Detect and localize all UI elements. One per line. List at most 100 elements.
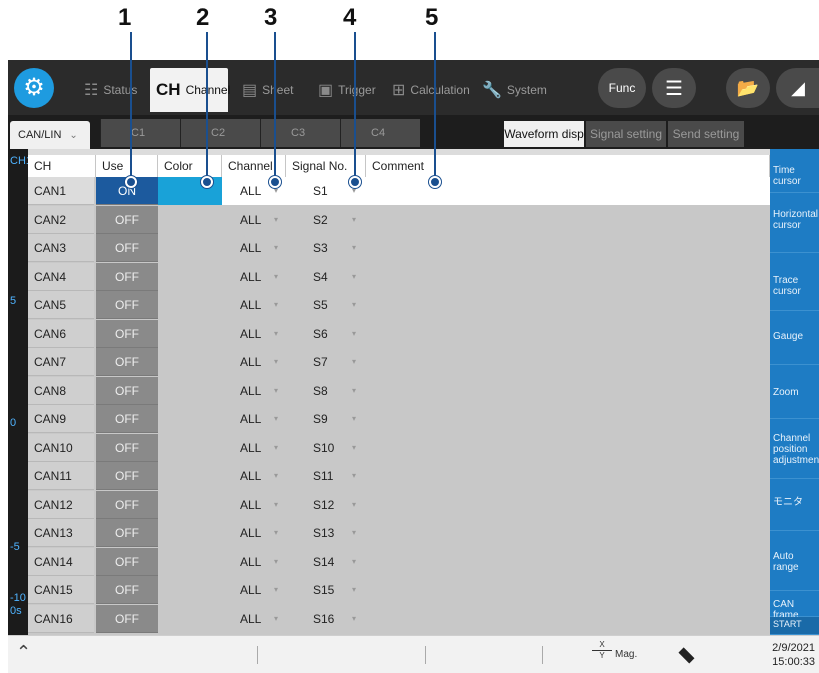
signal-setting-button[interactable]: Signal setting bbox=[586, 121, 666, 147]
tab-calculation[interactable]: ⊞ Calculation bbox=[386, 68, 474, 112]
channel-select[interactable]: ALL ▾ bbox=[222, 376, 286, 405]
use-toggle[interactable]: OFF bbox=[96, 234, 158, 262]
channel-select[interactable]: ALL ▾ bbox=[222, 604, 286, 633]
func-button[interactable]: Func bbox=[598, 68, 646, 108]
monitor-button[interactable]: モニタ bbox=[770, 479, 819, 531]
tab-channel[interactable]: CH Channel bbox=[150, 68, 230, 112]
gauge-button[interactable]: Gauge bbox=[770, 311, 819, 365]
signal-select[interactable]: S2 ▾ bbox=[286, 205, 366, 234]
channel-select[interactable]: ALL ▾ bbox=[222, 547, 286, 576]
can-frame-button[interactable]: CAN frame bbox=[770, 591, 819, 621]
color-cell[interactable] bbox=[158, 604, 222, 633]
color-cell[interactable] bbox=[158, 348, 222, 376]
use-toggle[interactable]: OFF bbox=[96, 348, 158, 376]
color-cell[interactable] bbox=[158, 547, 222, 576]
comment-field[interactable] bbox=[366, 319, 770, 348]
signal-select[interactable]: S8 ▾ bbox=[286, 376, 366, 405]
comment-field[interactable] bbox=[366, 604, 770, 633]
use-toggle[interactable]: OFF bbox=[96, 433, 158, 462]
tab-c3[interactable]: C3 bbox=[260, 119, 340, 147]
comment-field[interactable] bbox=[366, 376, 770, 405]
color-cell[interactable] bbox=[158, 319, 222, 348]
signal-select[interactable]: S14 ▾ bbox=[286, 547, 366, 576]
use-toggle[interactable]: OFF bbox=[96, 405, 158, 433]
signal-select[interactable]: S3 ▾ bbox=[286, 234, 366, 262]
comment-field[interactable] bbox=[366, 433, 770, 462]
channel-select[interactable]: ALL ▾ bbox=[222, 348, 286, 376]
comment-field[interactable] bbox=[366, 547, 770, 576]
comment-field[interactable] bbox=[366, 291, 770, 319]
color-cell[interactable] bbox=[158, 490, 222, 519]
comment-field[interactable] bbox=[366, 348, 770, 376]
color-cell[interactable] bbox=[158, 262, 222, 291]
channel-select[interactable]: ALL ▾ bbox=[222, 291, 286, 319]
comment-field[interactable] bbox=[366, 519, 770, 547]
signal-select[interactable]: S11 ▾ bbox=[286, 462, 366, 490]
use-toggle[interactable]: OFF bbox=[96, 547, 158, 576]
use-toggle[interactable]: OFF bbox=[96, 319, 158, 348]
gear-icon[interactable]: ⚙ bbox=[14, 68, 54, 108]
channel-select[interactable]: ALL ▾ bbox=[222, 234, 286, 262]
comment-field[interactable] bbox=[366, 405, 770, 433]
comment-field[interactable] bbox=[366, 205, 770, 234]
signal-select[interactable]: S5 ▾ bbox=[286, 291, 366, 319]
trace-cursor-button[interactable]: Trace cursor bbox=[770, 253, 819, 311]
tab-sheet[interactable]: ▤ Sheet bbox=[236, 68, 306, 112]
use-toggle[interactable]: OFF bbox=[96, 490, 158, 519]
color-cell[interactable] bbox=[158, 576, 222, 604]
channel-select[interactable]: ALL ▾ bbox=[222, 405, 286, 433]
tab-c1[interactable]: C1 bbox=[100, 119, 180, 147]
signal-select[interactable]: S16 ▾ bbox=[286, 604, 366, 633]
signal-select[interactable]: S10 ▾ bbox=[286, 433, 366, 462]
signal-select[interactable]: S15 ▾ bbox=[286, 576, 366, 604]
use-toggle[interactable]: OFF bbox=[96, 604, 158, 633]
signal-select[interactable]: S13 ▾ bbox=[286, 519, 366, 547]
color-cell[interactable] bbox=[158, 291, 222, 319]
channel-select[interactable]: ALL ▾ bbox=[222, 519, 286, 547]
comment-field[interactable] bbox=[366, 490, 770, 519]
comment-field[interactable] bbox=[366, 262, 770, 291]
start-button[interactable]: START bbox=[770, 617, 819, 635]
channel-select[interactable]: ALL ▾ bbox=[222, 262, 286, 291]
signal-select[interactable]: S7 ▾ bbox=[286, 348, 366, 376]
time-cursor-button[interactable]: Time cursor bbox=[770, 149, 819, 193]
use-toggle[interactable]: OFF bbox=[96, 519, 158, 547]
list-menu-icon[interactable]: ☰ bbox=[652, 68, 696, 108]
comment-field[interactable] bbox=[366, 177, 770, 205]
can-lin-select[interactable]: CAN/LIN ⌄ bbox=[10, 121, 90, 149]
tab-trigger[interactable]: ▣ Trigger bbox=[312, 68, 386, 112]
horizontal-cursor-button[interactable]: Horizontal cursor bbox=[770, 193, 819, 253]
color-cell[interactable] bbox=[158, 376, 222, 405]
color-cell[interactable] bbox=[158, 234, 222, 262]
collapse-arrow-icon[interactable]: ◢ bbox=[776, 68, 819, 108]
channel-select[interactable]: ALL ▾ bbox=[222, 319, 286, 348]
use-toggle[interactable]: OFF bbox=[96, 291, 158, 319]
zoom-button[interactable]: Zoom bbox=[770, 365, 819, 419]
color-cell[interactable] bbox=[158, 405, 222, 433]
channel-position-button[interactable]: Channel position adjustment bbox=[770, 419, 819, 479]
chevron-up-icon[interactable]: ⌃ bbox=[16, 642, 31, 663]
use-toggle[interactable]: OFF bbox=[96, 376, 158, 405]
comment-field[interactable] bbox=[366, 462, 770, 490]
tab-system[interactable]: 🔧 System bbox=[476, 68, 556, 112]
comment-field[interactable] bbox=[366, 576, 770, 604]
signal-select[interactable]: S9 ▾ bbox=[286, 405, 366, 433]
send-setting-button[interactable]: Send setting bbox=[668, 121, 744, 147]
comment-field[interactable] bbox=[366, 234, 770, 262]
folder-icon[interactable]: 📂 bbox=[726, 68, 770, 108]
auto-range-button[interactable]: Auto range bbox=[770, 531, 819, 591]
channel-select[interactable]: ALL ▾ bbox=[222, 576, 286, 604]
waveform-display-button[interactable]: Waveform disp bbox=[504, 121, 584, 147]
tab-c4[interactable]: C4 bbox=[340, 119, 420, 147]
color-cell[interactable] bbox=[158, 462, 222, 490]
signal-select[interactable]: S4 ▾ bbox=[286, 262, 366, 291]
channel-select[interactable]: ALL ▾ bbox=[222, 433, 286, 462]
use-toggle[interactable]: OFF bbox=[96, 205, 158, 234]
channel-select[interactable]: ALL ▾ bbox=[222, 490, 286, 519]
use-toggle[interactable]: OFF bbox=[96, 462, 158, 490]
tab-status[interactable]: ☷ Status bbox=[78, 68, 150, 112]
signal-select[interactable]: S6 ▾ bbox=[286, 319, 366, 348]
channel-select[interactable]: ALL ▾ bbox=[222, 462, 286, 490]
use-toggle[interactable]: OFF bbox=[96, 576, 158, 604]
color-cell[interactable] bbox=[158, 519, 222, 547]
